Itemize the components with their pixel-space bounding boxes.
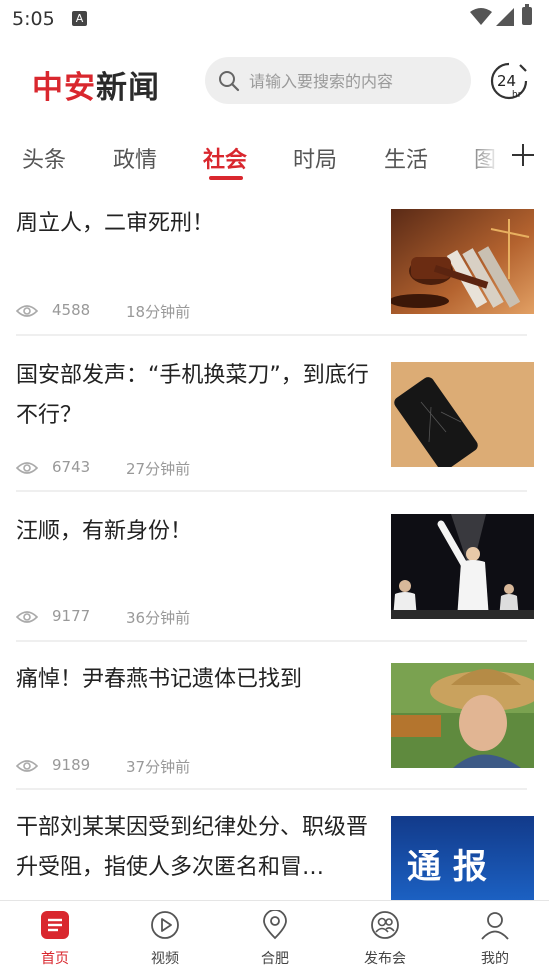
tab-society[interactable]: 社会 (203, 142, 247, 174)
article-title: 干部刘某某因受到纪律处分、职级晋升受阻，指使人多次匿名和冒… (16, 815, 369, 880)
notification-icon: A (72, 11, 87, 26)
people-circle-icon (371, 911, 399, 939)
category-tabs: 头条 政情 社会 时局 生活 图 (0, 128, 549, 186)
tab-headlines[interactable]: 头条 (22, 142, 66, 174)
view-count: 6743 (52, 458, 91, 476)
article-item[interactable]: 干部刘某某因受到纪律处分、职级晋升受阻，指使人多次匿名和冒… 通 报 (0, 800, 549, 900)
nav-hefei-label: 合肥 (261, 951, 289, 967)
published-time: 18分钟前 (126, 303, 191, 321)
user-icon (481, 912, 509, 940)
battery-icon (522, 4, 532, 25)
nav-press-conference[interactable]: 发布会 (330, 901, 440, 977)
view-count: 4588 (52, 301, 91, 319)
search-icon (219, 71, 240, 92)
nav-video[interactable]: 视频 (110, 901, 220, 977)
notice-text: 通 报 (407, 847, 487, 887)
article-item[interactable]: 国安部发声：“手机换菜刀”，到底行不行？ 6743 27分钟前 (0, 348, 549, 498)
nav-mine[interactable]: 我的 (440, 901, 549, 977)
article-thumbnail-gavel (391, 209, 534, 314)
view-count: 9177 (52, 607, 91, 625)
home-news-icon (41, 911, 69, 939)
article-title: 汪顺，有新身份！ (16, 519, 193, 544)
location-pin-icon (263, 910, 287, 940)
divider (16, 490, 527, 492)
24hr-news-icon[interactable]: 24 hr (490, 62, 528, 100)
active-tab-indicator (209, 176, 243, 180)
article-thumbnail-athlete (391, 514, 534, 619)
nav-mine-label: 我的 (481, 951, 509, 967)
nav-press-conference-label: 发布会 (364, 951, 406, 967)
article-item[interactable]: 周立人，二审死刑！ 4588 18分钟前 (0, 196, 549, 346)
published-time: 37分钟前 (126, 758, 191, 776)
article-thumbnail-phone (391, 362, 534, 467)
bottom-nav: 首页 视频 合肥 发布会 我的 (0, 900, 549, 977)
published-time: 27分钟前 (126, 460, 191, 478)
app-logo: 中安新闻 (32, 70, 160, 106)
signal-icon (496, 8, 514, 26)
nav-hefei[interactable]: 合肥 (220, 901, 330, 977)
tab-current-affairs[interactable]: 时局 (293, 142, 337, 174)
published-time: 36分钟前 (126, 609, 191, 627)
status-bar: 5:05 A (0, 0, 549, 36)
add-channel-icon[interactable] (510, 142, 536, 168)
article-title: 周立人，二审死刑！ (16, 211, 215, 236)
badge-24: 24 (497, 72, 516, 90)
nav-home[interactable]: 首页 (0, 901, 110, 977)
tab-politics[interactable]: 政情 (113, 142, 157, 174)
wifi-icon (470, 8, 492, 25)
tab-fade (462, 128, 508, 186)
nav-video-label: 视频 (151, 951, 179, 967)
eye-icon (16, 462, 38, 474)
eye-icon (16, 305, 38, 317)
article-title: 国安部发声：“手机换菜刀”，到底行不行？ (16, 363, 369, 428)
search-input[interactable] (247, 68, 461, 94)
status-time: 5:05 (12, 8, 55, 30)
play-circle-icon (151, 911, 179, 939)
divider (16, 334, 527, 336)
article-thumbnail-notice: 通 报 (391, 816, 534, 900)
eye-icon (16, 611, 38, 623)
divider (16, 640, 527, 642)
article-list: 周立人，二审死刑！ 4588 18分钟前 国安部发声：“手机换菜刀”，到底行不行… (0, 196, 549, 900)
article-thumbnail-portrait (391, 663, 534, 768)
badge-hr: hr (512, 90, 522, 100)
app-header: 中安新闻 24 hr (0, 50, 549, 114)
article-item[interactable]: 汪顺，有新身份！ 9177 36分钟前 (0, 504, 549, 654)
divider (16, 788, 527, 790)
tab-life[interactable]: 生活 (384, 142, 428, 174)
article-item[interactable]: 痛悼！尹春燕书记遗体已找到 9189 37分钟前 (0, 652, 549, 802)
eye-icon (16, 760, 38, 772)
article-title: 痛悼！尹春燕书记遗体已找到 (16, 667, 303, 692)
view-count: 9189 (52, 756, 91, 774)
nav-home-label: 首页 (41, 951, 69, 967)
search-box[interactable] (205, 57, 471, 104)
